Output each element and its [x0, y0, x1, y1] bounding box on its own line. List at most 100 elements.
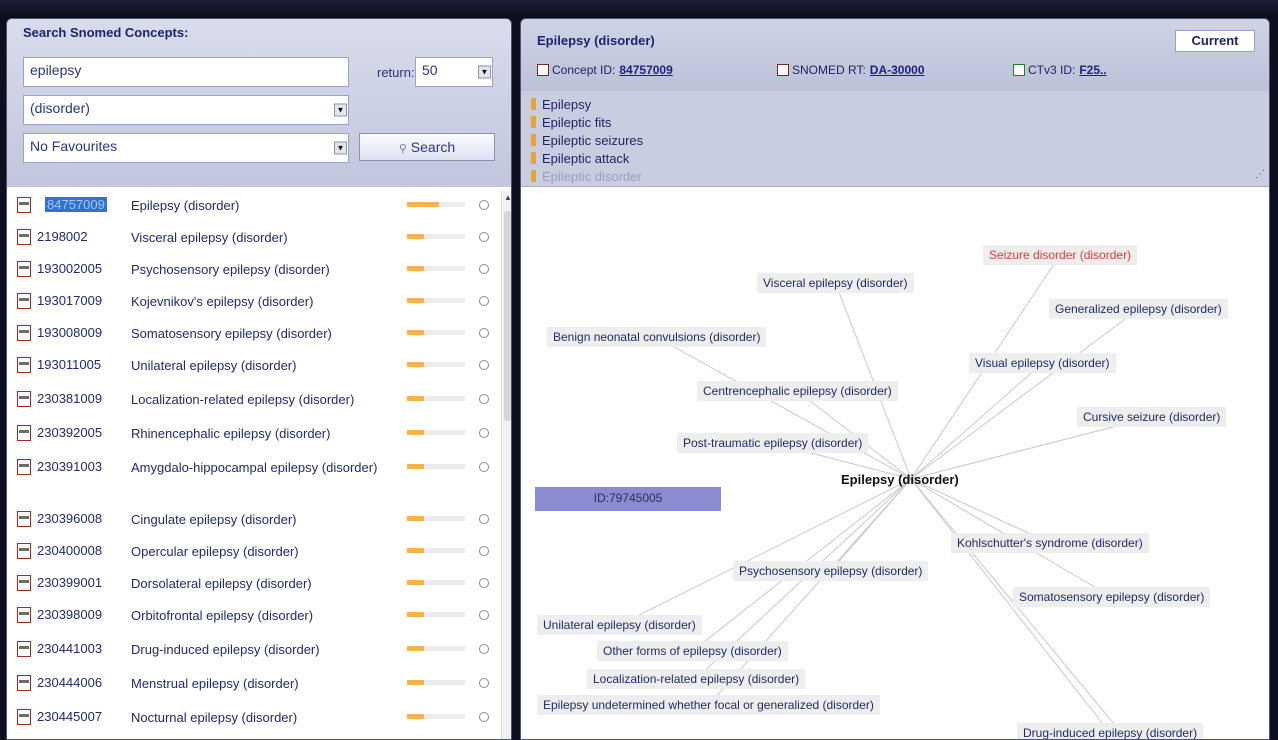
relevance-bar: [407, 464, 465, 469]
favourite-toggle-icon[interactable]: [479, 200, 489, 210]
graph-node[interactable]: Benign neonatal convulsions (disorder): [547, 327, 767, 347]
result-row[interactable]: 230441003 Drug-induced epilepsy (disorder…: [7, 633, 501, 665]
search-panel: Search Snomed Concepts: epilepsy return:…: [6, 18, 512, 740]
graph-node[interactable]: Visceral epilepsy (disorder): [757, 273, 914, 293]
search-input[interactable]: epilepsy: [23, 57, 349, 87]
snomed-rt-label: SNOMED RT:: [792, 63, 866, 77]
result-row[interactable]: 230400008 Opercular epilepsy (disorder): [7, 535, 501, 567]
concept-icon: [17, 675, 31, 691]
favourite-toggle-icon[interactable]: [479, 462, 489, 472]
graph-node[interactable]: Centrencephalic epilepsy (disorder): [697, 381, 898, 401]
relevance-bar: [407, 580, 465, 585]
favourite-toggle-icon[interactable]: [479, 296, 489, 306]
result-row[interactable]: 230396008 Cingulate epilepsy (disorder): [7, 503, 501, 535]
result-row[interactable]: 230392005 Rhinencephalic epilepsy (disord…: [7, 417, 501, 449]
graph-node[interactable]: Other forms of epilepsy (disorder): [597, 641, 788, 661]
favourites-select[interactable]: No Favourites ▼: [23, 133, 349, 163]
graph-node[interactable]: Epilepsy undetermined whether focal or g…: [537, 695, 880, 715]
graph-node[interactable]: Somatosensory epilepsy (disorder): [1013, 587, 1211, 607]
snomed-rt-field: SNOMED RT: DA-30000: [777, 63, 925, 77]
result-term: Localization-related epilepsy (disorder): [131, 392, 355, 407]
search-button[interactable]: ⚲ Search: [359, 133, 495, 161]
result-row[interactable]: 230398009 Orbitofrontal epilepsy (disorde…: [7, 599, 501, 631]
snomed-rt-link[interactable]: DA-30000: [870, 63, 925, 77]
result-term: Drug-induced epilepsy (disorder): [131, 642, 320, 657]
result-id: 193011005: [37, 357, 102, 372]
favourite-toggle-icon[interactable]: [479, 546, 489, 556]
graph-node[interactable]: Psychosensory epilepsy (disorder): [733, 561, 929, 581]
chevron-down-icon[interactable]: ▼: [478, 65, 491, 79]
semantic-tag-value: (disorder): [30, 100, 90, 116]
favourite-toggle-icon[interactable]: [479, 360, 489, 370]
result-id: 193002005: [37, 261, 103, 276]
favourite-toggle-icon[interactable]: [479, 514, 489, 524]
result-row[interactable]: 193002005 Psychosensory epilepsy (disorde…: [7, 253, 501, 285]
graph-node[interactable]: Seizure disorder (disorder): [983, 245, 1138, 265]
scroll-up-icon[interactable]: ▲: [504, 193, 511, 202]
concept-id-label: Concept ID:: [552, 63, 616, 77]
relevance-bar: [407, 430, 465, 435]
graph-node[interactable]: Kohlschutter's syndrome (disorder): [951, 533, 1149, 553]
favourite-toggle-icon[interactable]: [479, 232, 489, 242]
graph-node[interactable]: Visual epilepsy (disorder): [969, 353, 1116, 373]
graph-node[interactable]: Unilateral epilepsy (disorder): [537, 615, 702, 635]
graph-center-node[interactable]: Epilepsy (disorder): [835, 469, 965, 490]
search-form: Search Snomed Concepts: epilepsy return:…: [7, 19, 511, 187]
scrollbar-thumb[interactable]: [504, 211, 511, 421]
favourite-toggle-icon[interactable]: [479, 644, 489, 654]
return-label: return:: [377, 65, 415, 80]
concept-id-link[interactable]: 84757009: [619, 63, 672, 77]
result-id: 230399001: [37, 575, 103, 590]
favourite-toggle-icon[interactable]: [479, 394, 489, 404]
concept-icon: [17, 357, 31, 373]
result-row[interactable]: 84757009 Epilepsy (disorder): [7, 189, 501, 221]
result-id: 193008009: [37, 325, 103, 340]
graph-edge: [910, 308, 1139, 480]
description-type-icon: [531, 134, 536, 146]
magnifier-icon: ⚲: [398, 143, 407, 155]
chevron-down-icon[interactable]: ▼: [334, 103, 347, 117]
concept-graph: Epilepsy (disorder) ID:79745005 Seizure di…: [521, 187, 1269, 739]
result-term: Orbitofrontal epilepsy (disorder): [131, 608, 314, 623]
concept-icon: [17, 575, 31, 591]
favourite-toggle-icon[interactable]: [479, 712, 489, 722]
favourite-toggle-icon[interactable]: [479, 610, 489, 620]
result-row[interactable]: 230399001 Dorsolateral epilepsy (disorder…: [7, 567, 501, 599]
result-id: 2198002: [37, 229, 88, 244]
chevron-down-icon[interactable]: ▼: [334, 141, 347, 155]
semantic-tag-select[interactable]: (disorder) ▼: [23, 95, 349, 125]
relevance-bar: [407, 680, 465, 685]
result-term: Dorsolateral epilepsy (disorder): [131, 576, 312, 591]
resize-grip-icon[interactable]: ⋰: [1255, 169, 1265, 180]
favourite-toggle-icon[interactable]: [479, 428, 489, 438]
relevance-bar: [407, 396, 465, 401]
return-count-select[interactable]: 50 ▼: [415, 57, 493, 87]
favourite-toggle-icon[interactable]: [479, 328, 489, 338]
result-row[interactable]: 193008009 Somatosensory epilepsy (disorde…: [7, 317, 501, 349]
graph-node[interactable]: Generalized epilepsy (disorder): [1049, 299, 1228, 319]
ctv3-link[interactable]: F25..: [1079, 63, 1106, 77]
result-row[interactable]: 230444006 Menstrual epilepsy (disorder): [7, 667, 501, 699]
synonym-item: Epileptic disorder: [531, 169, 642, 184]
favourite-toggle-icon[interactable]: [479, 578, 489, 588]
result-row[interactable]: 193011005 Unilateral epilepsy (disorder): [7, 349, 501, 381]
result-row[interactable]: 230391003 Amygdalo-hippocampal epilepsy (…: [7, 451, 501, 499]
result-row[interactable]: 230445007 Nocturnal epilepsy (disorder): [7, 701, 501, 733]
current-button[interactable]: Current: [1175, 30, 1255, 52]
graph-node[interactable]: Localization-related epilepsy (disorder): [587, 669, 806, 689]
results-scrollbar[interactable]: ▲: [501, 191, 511, 739]
graph-node[interactable]: Post-traumatic epilepsy (disorder): [677, 433, 869, 453]
favourite-toggle-icon[interactable]: [479, 678, 489, 688]
graph-node[interactable]: Cursive seizure (disorder): [1077, 407, 1227, 427]
graph-edge: [656, 336, 912, 480]
result-term: Rhinencephalic epilepsy (disorder): [131, 426, 331, 441]
graph-id-node[interactable]: ID:79745005: [535, 487, 721, 511]
result-term: Visceral epilepsy (disorder): [131, 230, 288, 245]
result-row[interactable]: 2198002 Visceral epilepsy (disorder): [7, 221, 501, 253]
result-id: 230381009: [37, 391, 103, 406]
relevance-bar: [407, 298, 465, 303]
result-row[interactable]: 193017009 Kojevnikov's epilepsy (disorder…: [7, 285, 501, 317]
graph-node[interactable]: Drug-induced epilepsy (disorder): [1017, 723, 1204, 739]
search-button-label: Search: [410, 139, 456, 155]
favourite-toggle-icon[interactable]: [479, 264, 489, 274]
